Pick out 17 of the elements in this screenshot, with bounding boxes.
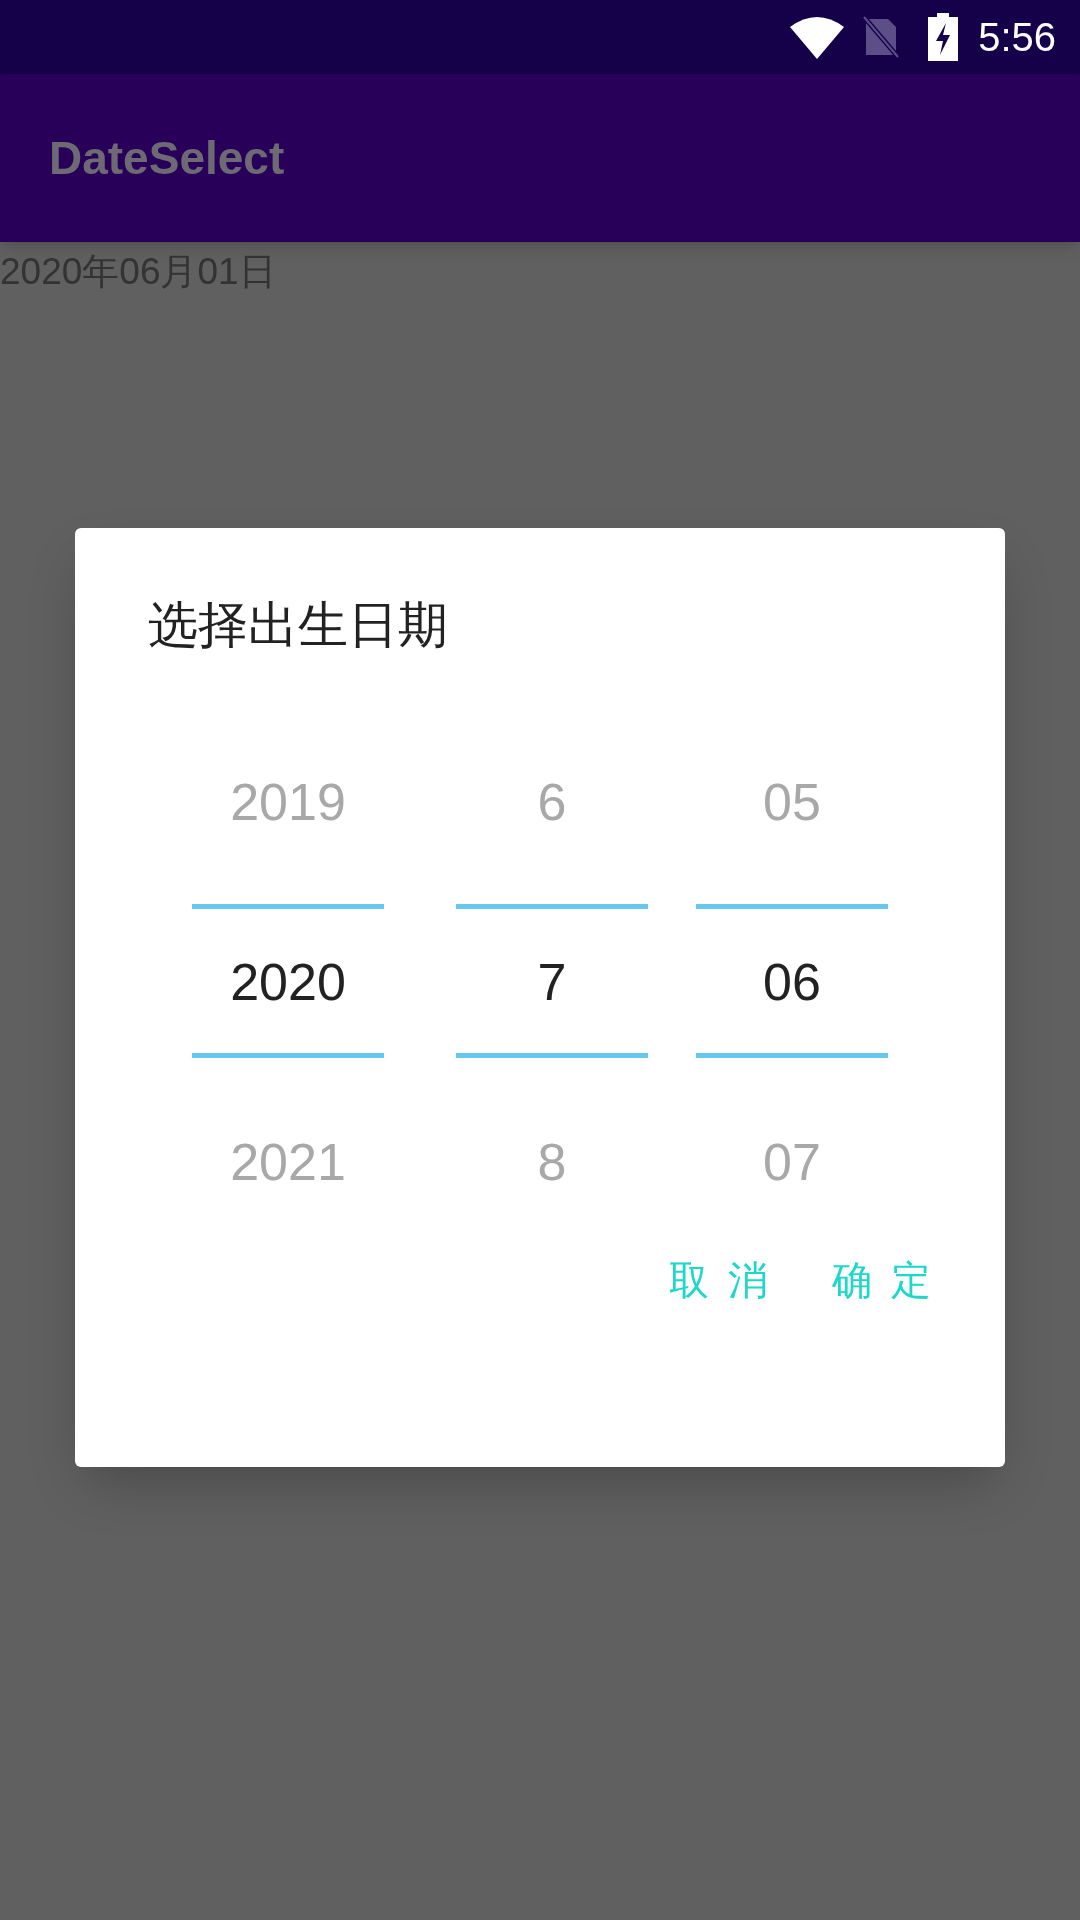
- picker-item[interactable]: 06: [763, 943, 821, 1021]
- cancel-button[interactable]: 取 消: [658, 1242, 782, 1318]
- picker-item[interactable]: 2019: [230, 763, 346, 841]
- dialog-title: 选择出生日期: [148, 597, 448, 653]
- confirm-button[interactable]: 确 定: [821, 1242, 945, 1318]
- picker-item[interactable]: 2020: [230, 943, 346, 1021]
- picker-item[interactable]: 7: [537, 943, 567, 1021]
- battery-charging-icon: [928, 13, 959, 61]
- no-sim-icon: [862, 15, 901, 59]
- picker-item[interactable]: 8: [537, 1123, 567, 1201]
- clock-time: 5:56: [978, 14, 1056, 61]
- picker-item[interactable]: 6: [537, 763, 567, 841]
- app-title: DateSelect: [49, 130, 285, 186]
- wifi-icon: [790, 15, 845, 59]
- picker-item[interactable]: 07: [763, 1123, 821, 1201]
- picker-item[interactable]: 2021: [230, 1123, 346, 1201]
- picker-item[interactable]: 05: [763, 763, 821, 841]
